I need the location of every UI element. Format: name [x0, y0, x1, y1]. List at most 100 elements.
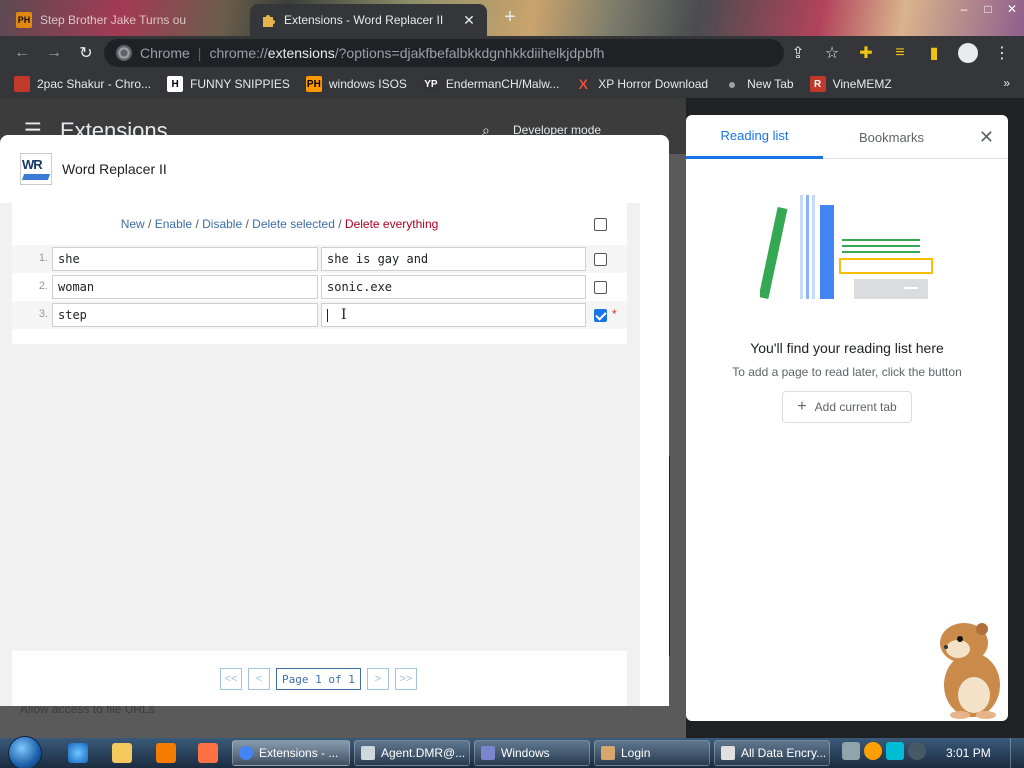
bookmark-windows-isos[interactable]: PH windows ISOS — [305, 76, 407, 92]
dialog-scroll-gutter — [640, 203, 669, 706]
start-button[interactable] — [8, 736, 42, 768]
new-tab-button[interactable]: + — [500, 6, 520, 29]
bookmark-label: VineMEMZ — [832, 77, 892, 91]
disable-link[interactable]: Disable — [202, 217, 242, 231]
bookmark-funny-snippies[interactable]: H FUNNY SNIPPIES — [167, 76, 290, 92]
tray-search-icon[interactable] — [864, 742, 882, 760]
bookmark-label: FUNNY SNIPPIES — [190, 77, 290, 91]
extensions-puzzle-icon[interactable]: ✚ — [850, 39, 882, 67]
taskbar-item-extensions[interactable]: Extensions - ... — [232, 740, 350, 766]
bookmark-favicon-icon: X — [578, 76, 588, 92]
bookmark-2pac[interactable]: 2pac Shakur - Chro... — [14, 76, 151, 92]
login-app-icon — [601, 746, 615, 760]
bookmark-favicon-icon: R — [809, 76, 826, 92]
row-checkbox[interactable] — [594, 253, 607, 266]
dialog-body: New / Enable / Disable / Delete selected… — [0, 203, 640, 706]
tray-speaker-icon[interactable] — [908, 742, 926, 760]
toolbar-actions: ⇪ ☆ ✚ ≡ ▮ ⋮ — [782, 39, 1018, 67]
windows-app-icon — [481, 746, 495, 760]
bookmark-favicon-icon: PH — [305, 76, 322, 92]
bookmarks-overflow-button[interactable]: » — [1003, 76, 1010, 90]
back-arrow-icon[interactable]: ← — [6, 39, 38, 67]
tray-app-icon[interactable] — [842, 742, 860, 760]
row-checkbox-checked[interactable] — [594, 309, 607, 322]
last-page-button[interactable]: >> — [394, 668, 417, 690]
enable-link[interactable]: Enable — [155, 217, 192, 231]
bookmark-label: EndermanCH/Malw... — [445, 77, 560, 91]
find-input[interactable]: step — [52, 303, 318, 327]
address-bar[interactable]: Chrome | chrome://extensions/?options=dj… — [104, 39, 784, 67]
fire-app-icon[interactable] — [198, 743, 218, 763]
replace-input-focused[interactable] — [321, 303, 586, 327]
row-number: 2. — [38, 280, 48, 292]
select-all-checkbox[interactable] — [594, 218, 607, 231]
replace-input[interactable]: she is gay and — [321, 247, 586, 271]
find-input[interactable]: woman — [52, 275, 318, 299]
prev-page-button[interactable]: < — [248, 668, 270, 690]
bookmark-vinememz[interactable]: R VineMEMZ — [809, 76, 892, 92]
plus-icon: + — [797, 398, 807, 415]
tab-extensions[interactable]: Extensions - Word Replacer II ✕ — [250, 4, 487, 36]
bookmark-xp-horror[interactable]: X XP Horror Download — [575, 76, 709, 92]
window-app-icon — [361, 746, 375, 760]
puzzle-piece-icon — [260, 12, 276, 28]
text-caret — [327, 309, 328, 322]
dialog-title: Word Replacer II — [62, 161, 167, 177]
bookmark-label: 2pac Shakur - Chro... — [37, 77, 152, 91]
dialog-header: WR Word Replacer II — [0, 135, 669, 203]
tab-step-brother[interactable]: PH Step Brother Jake Turns ou — [6, 4, 241, 36]
globe-icon: ● — [727, 76, 737, 92]
next-page-button[interactable]: > — [366, 668, 389, 690]
row-checkbox[interactable] — [594, 281, 607, 294]
bookmark-new-tab[interactable]: ● New Tab — [724, 76, 794, 92]
bookmark-star-icon[interactable]: ☆ — [816, 39, 848, 67]
media-player-icon[interactable] — [156, 743, 176, 763]
hamster-desktop-pet-icon[interactable] — [930, 615, 1010, 719]
close-window-button[interactable]: ✕ — [1000, 0, 1024, 18]
find-input[interactable]: she — [52, 247, 318, 271]
taskbar-item-windows[interactable]: Windows — [474, 740, 590, 766]
taskbar-item-agent[interactable]: Agent.DMR@... — [354, 740, 470, 766]
add-current-tab-button[interactable]: + Add current tab — [782, 391, 912, 423]
forward-arrow-icon[interactable]: → — [38, 39, 70, 67]
minimize-button[interactable]: – — [952, 0, 976, 18]
maximize-button[interactable]: □ — [976, 0, 1000, 18]
close-tab-icon[interactable]: ✕ — [461, 12, 477, 29]
share-icon[interactable]: ⇪ — [782, 39, 814, 67]
bookmarks-bar: 2pac Shakur - Chro... H FUNNY SNIPPIES PH… — [0, 70, 1024, 98]
taskbar-item-all-data[interactable]: All Data Encry... — [714, 740, 830, 766]
tab-bookmarks[interactable]: Bookmarks — [823, 115, 960, 159]
taskbar-item-login[interactable]: Login — [594, 740, 710, 766]
delete-selected-link[interactable]: Delete selected — [252, 217, 335, 231]
rule-row: 2. woman sonic.exe — [12, 273, 627, 301]
scheme-label: Chrome — [140, 45, 190, 61]
system-tray — [842, 742, 926, 760]
side-panel-icon[interactable]: ▮ — [918, 39, 950, 67]
internet-explorer-icon[interactable] — [68, 743, 88, 763]
bookmark-label: windows ISOS — [328, 77, 407, 91]
pagination: << < Page 1 of 1 > >> — [220, 668, 417, 690]
taskbar-clock[interactable]: 3:01 PM — [946, 746, 991, 760]
tab-title: Extensions - Word Replacer II — [284, 13, 444, 27]
word-replacer-logo-icon: WR — [20, 153, 52, 185]
reading-list-illustration-icon — [760, 195, 933, 300]
tray-monitor-icon[interactable] — [886, 742, 904, 760]
show-desktop-button[interactable] — [1010, 738, 1024, 768]
row-number: 3. — [38, 308, 48, 320]
reload-icon[interactable]: ↻ — [70, 39, 102, 67]
delete-everything-link[interactable]: Delete everything — [345, 217, 438, 231]
page-info: Page 1 of 1 — [276, 668, 361, 690]
profile-avatar-icon[interactable] — [952, 39, 984, 67]
reading-list-icon[interactable]: ≡ — [884, 39, 916, 67]
rules-panel: New / Enable / Disable / Delete selected… — [12, 203, 627, 344]
separator: | — [197, 45, 202, 61]
encryption-app-icon — [721, 746, 735, 760]
close-icon[interactable]: ✕ — [979, 127, 994, 148]
new-link[interactable]: New — [121, 217, 145, 231]
first-page-button[interactable]: << — [220, 668, 242, 690]
replace-input[interactable]: sonic.exe — [321, 275, 586, 299]
bookmark-endermanch[interactable]: YP EndermanCH/Malw... — [422, 76, 560, 92]
menu-kebab-icon[interactable]: ⋮ — [986, 39, 1018, 67]
tab-reading-list[interactable]: Reading list — [686, 115, 823, 159]
file-explorer-icon[interactable] — [112, 743, 132, 763]
